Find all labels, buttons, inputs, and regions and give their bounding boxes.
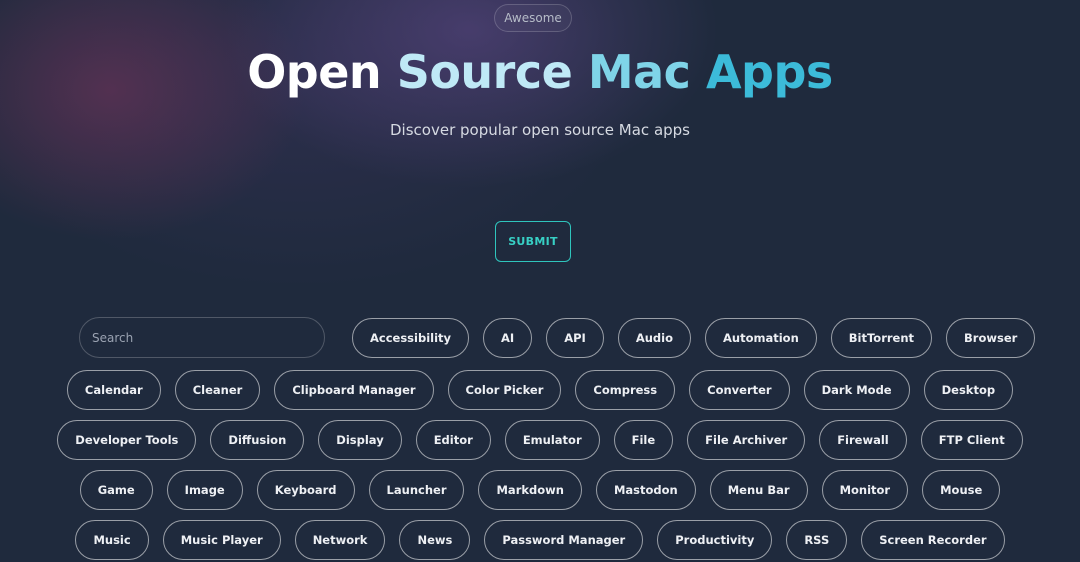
title-word: Mac bbox=[587, 45, 691, 99]
category-tag-button[interactable]: Game bbox=[79, 470, 153, 510]
category-tag-button[interactable]: Menu Bar bbox=[709, 470, 808, 510]
category-tag-button[interactable]: Developer Tools bbox=[57, 420, 197, 460]
category-tag-button[interactable]: Monitor bbox=[821, 470, 909, 510]
category-tag-button[interactable]: Cleaner bbox=[174, 370, 261, 410]
category-tag-button[interactable]: Desktop bbox=[923, 370, 1014, 410]
category-tag-button[interactable]: Accessibility bbox=[352, 318, 470, 358]
category-tag-button[interactable]: File Archiver bbox=[687, 420, 806, 460]
category-tag-button[interactable]: Converter bbox=[689, 370, 790, 410]
category-tag-button[interactable]: Network bbox=[294, 520, 386, 560]
category-tag-button[interactable]: AI bbox=[483, 318, 533, 358]
category-tag-button[interactable]: Music bbox=[75, 520, 149, 560]
awesome-badge: Awesome bbox=[494, 4, 572, 32]
category-tag-button[interactable]: Screen Recorder bbox=[861, 520, 1005, 560]
category-tag-button[interactable]: Color Picker bbox=[447, 370, 562, 410]
category-tag-button[interactable]: FTP Client bbox=[920, 420, 1023, 460]
category-tag-button[interactable]: Launcher bbox=[368, 470, 465, 510]
category-tag-button[interactable]: Editor bbox=[415, 420, 491, 460]
category-tag-button[interactable]: Image bbox=[166, 470, 243, 510]
category-tag-button[interactable]: Clipboard Manager bbox=[274, 370, 434, 410]
tag-row: Accessibility AI API Audio Automation BitTorr… bbox=[352, 318, 1036, 358]
tag-row: Music Music Player Network News Password Man… bbox=[0, 520, 1080, 560]
category-tag-button[interactable]: Compress bbox=[575, 370, 676, 410]
category-tag-button[interactable]: News bbox=[399, 520, 471, 560]
category-tag-button[interactable]: Calendar bbox=[66, 370, 161, 410]
category-tag-button[interactable]: RSS bbox=[786, 520, 848, 560]
category-tag-button[interactable]: Browser bbox=[946, 318, 1036, 358]
submit-button[interactable]: SUBMIT bbox=[495, 221, 571, 262]
category-tag-button[interactable]: Audio bbox=[617, 318, 691, 358]
category-tag-button[interactable]: File bbox=[613, 420, 674, 460]
tag-row: Game Image Keyboard Launcher Markdown Mastodo… bbox=[0, 470, 1080, 510]
title-word: Open bbox=[247, 45, 382, 99]
category-tag-button[interactable]: Display bbox=[318, 420, 402, 460]
category-tag-button[interactable]: Diffusion bbox=[210, 420, 305, 460]
category-tag-button[interactable]: BitTorrent bbox=[830, 318, 933, 358]
page: Awesome Open Source Mac Apps Discover po… bbox=[0, 0, 1080, 562]
category-tag-button[interactable]: Productivity bbox=[657, 520, 773, 560]
category-tag-button[interactable]: Emulator bbox=[504, 420, 600, 460]
tag-row: Calendar Cleaner Clipboard Manager Color Pi… bbox=[0, 370, 1080, 410]
category-tag-button[interactable]: API bbox=[546, 318, 604, 358]
category-tag-button[interactable]: Automation bbox=[705, 318, 817, 358]
category-tag-button[interactable]: Dark Mode bbox=[803, 370, 910, 410]
category-tag-button[interactable]: Password Manager bbox=[484, 520, 644, 560]
page-subtitle: Discover popular open source Mac apps bbox=[390, 121, 690, 139]
title-word: Apps bbox=[705, 45, 833, 99]
search-input[interactable] bbox=[79, 317, 325, 358]
category-tag-button[interactable]: Music Player bbox=[162, 520, 281, 560]
title-word: Source bbox=[396, 45, 573, 99]
category-tag-button[interactable]: Mastodon bbox=[595, 470, 696, 510]
tag-row: Developer Tools Diffusion Display Editor Emu… bbox=[0, 420, 1080, 460]
category-tag-button[interactable]: Markdown bbox=[478, 470, 582, 510]
category-tag-button[interactable]: Firewall bbox=[819, 420, 907, 460]
page-title: Open Source Mac Apps bbox=[0, 42, 1080, 102]
category-tag-button[interactable]: Keyboard bbox=[256, 470, 355, 510]
category-tag-button[interactable]: Mouse bbox=[922, 470, 1001, 510]
